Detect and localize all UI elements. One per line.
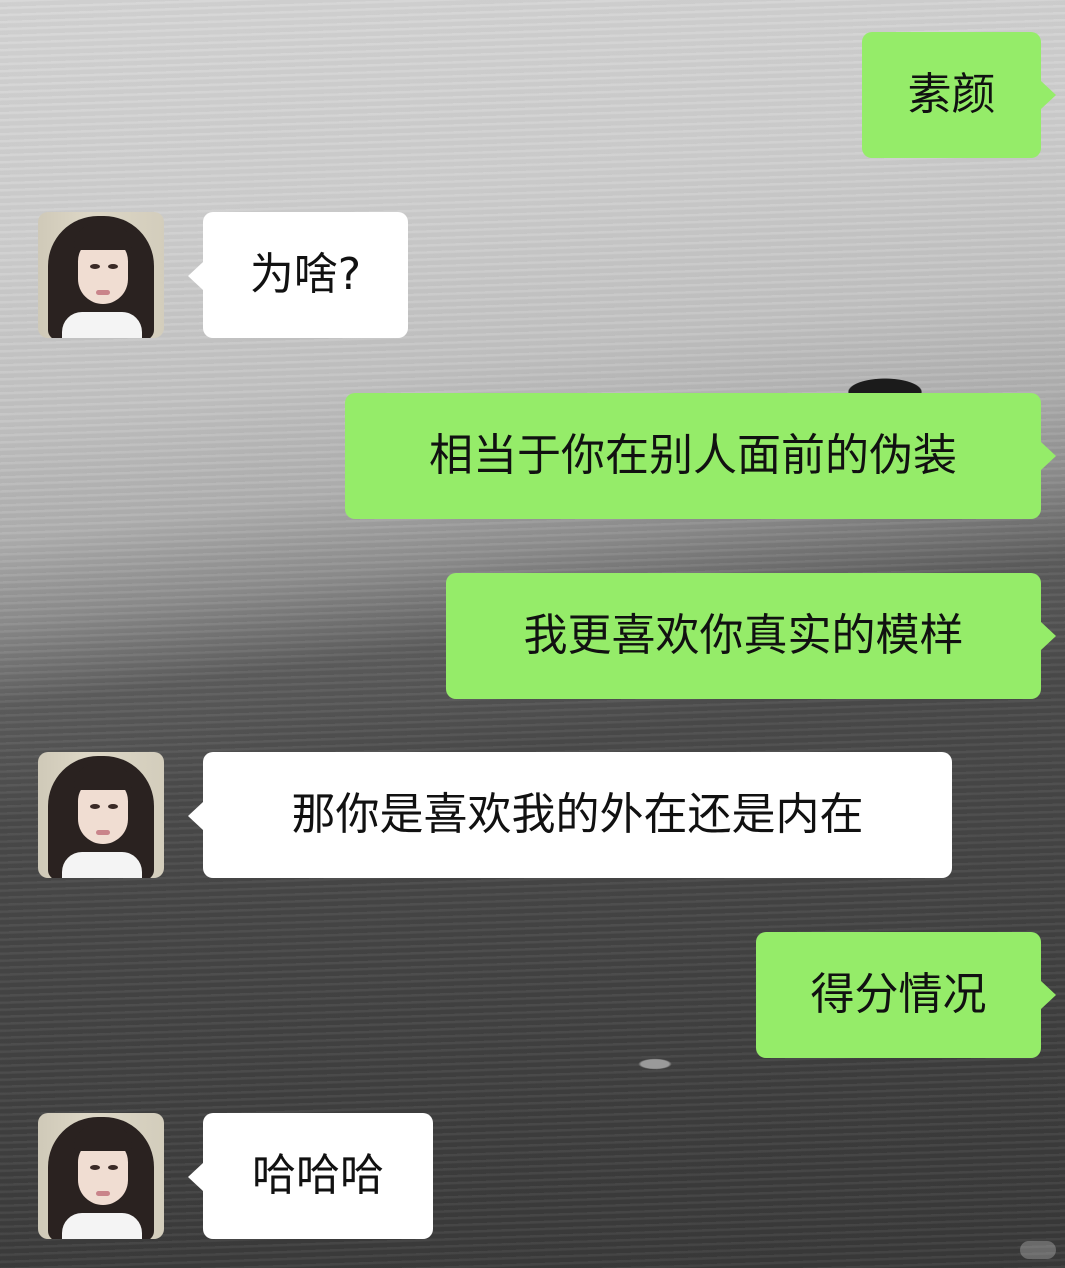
contact-avatar-icon[interactable]: [38, 1113, 164, 1239]
message-bubble-outgoing[interactable]: 素颜: [862, 32, 1041, 158]
message-bubble-outgoing[interactable]: 我更喜欢你真实的模样: [446, 573, 1041, 699]
message-text: 得分情况: [810, 969, 987, 1020]
contact-avatar-icon[interactable]: [38, 212, 164, 338]
contact-avatar-icon[interactable]: [38, 752, 164, 878]
message-bubble-incoming[interactable]: 为啥?: [203, 212, 408, 338]
bubble-tail: [1041, 981, 1056, 1009]
message-text: 哈哈哈: [252, 1150, 384, 1201]
bubble-tail: [188, 1163, 203, 1191]
message-bubble-outgoing[interactable]: 相当于你在别人面前的伪装: [345, 393, 1041, 519]
message-text: 那你是喜欢我的外在还是内在: [291, 789, 864, 840]
bubble-tail: [1041, 442, 1056, 470]
message-text: 为啥?: [249, 249, 362, 300]
bubble-tail: [1041, 622, 1056, 650]
message-text: 素颜: [907, 69, 996, 120]
bubble-tail: [1041, 81, 1056, 109]
bubble-tail: [188, 262, 203, 290]
watermark-logo-icon: [1020, 1241, 1056, 1259]
message-text: 我更喜欢你真实的模样: [523, 610, 964, 661]
bubble-tail: [188, 802, 203, 830]
message-bubble-incoming[interactable]: 那你是喜欢我的外在还是内在: [203, 752, 952, 878]
message-bubble-incoming[interactable]: 哈哈哈: [203, 1113, 433, 1239]
message-bubble-outgoing[interactable]: 得分情况: [756, 932, 1041, 1058]
message-text: 相当于你在别人面前的伪装: [429, 430, 957, 481]
